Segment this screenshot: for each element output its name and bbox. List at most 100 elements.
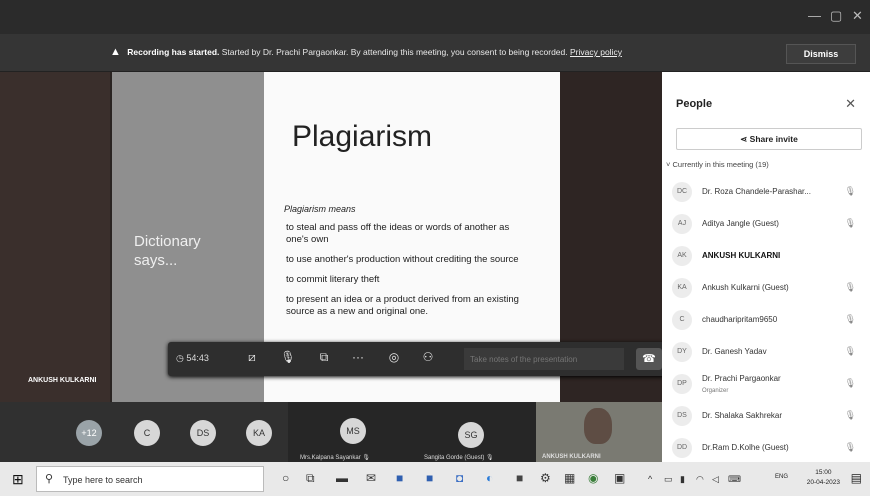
more-options-icon[interactable]: ··· (348, 350, 368, 364)
participant-row[interactable]: DD Dr.Ram D.Kolhe (Guest) 🎙 (662, 432, 870, 464)
participant-label: Mrs.Kalpana Sayankar 🎙 (300, 454, 370, 461)
dismiss-button[interactable]: Dismiss (786, 44, 856, 64)
chrome-icon[interactable]: ◉ (588, 471, 598, 485)
teams-icon[interactable]: ◘ (456, 471, 463, 485)
participant-name: ANKUSH KULKARNI (702, 251, 781, 260)
participant-list: DC Dr. Roza Chandele-Parashar... 🎙 AJ Adity… (662, 176, 870, 464)
windows-taskbar: ⊞ ⚲ Type here to search ○ ⧉ ▬ ✉ ■ ■ ◘ ◐ … (0, 462, 870, 496)
slide-bullets: to steal and pass off the ideas or words… (286, 222, 526, 326)
edge-icon[interactable]: ◐ (486, 471, 493, 485)
participant-row[interactable]: DC Dr. Roza Chandele-Parashar... 🎙 (662, 176, 870, 208)
volume-icon[interactable]: ◁ (712, 474, 719, 485)
participant-role: Organizer (702, 388, 729, 394)
participant-avatar[interactable]: MS (340, 418, 366, 444)
mic-off-icon[interactable]: 🎙 (845, 218, 856, 229)
participant-name: Aditya Jangle (Guest) (702, 219, 779, 228)
self-video-tile[interactable] (536, 402, 662, 462)
section-label-text: Currently in this meeting (19) (672, 160, 769, 169)
app-icon[interactable]: ■ (426, 471, 433, 485)
battery-icon[interactable]: ▮ (680, 474, 685, 485)
notification-icon[interactable]: ▤ (851, 471, 862, 485)
app-icon[interactable]: ▣ (614, 471, 625, 485)
app-icon[interactable]: ■ (516, 471, 523, 485)
participant-strip: +12 C DS KA MS Mrs.Kalpana Sayankar 🎙 SG… (0, 402, 662, 462)
file-explorer-icon[interactable]: ▬ (336, 471, 348, 485)
tray-chevron-icon[interactable]: ^ (648, 474, 652, 484)
maximize-icon[interactable]: ▢ (830, 8, 842, 24)
participant-name: Sangita Gorde (Guest) (424, 455, 485, 461)
participant-row[interactable]: KA Ankush Kulkarni (Guest) 🎙 (662, 272, 870, 304)
language-indicator[interactable]: ENG (775, 474, 788, 480)
participant-name: Ankush Kulkarni (Guest) (702, 283, 789, 292)
windows-start-icon[interactable]: ⊞ (12, 471, 24, 488)
search-placeholder: Type here to search (63, 475, 143, 485)
participant-avatar[interactable]: KA (246, 420, 272, 446)
participant-initials: DD (672, 438, 692, 458)
meeting-toolbar: ◷ 54:43 ⧄ 🎙 ⧉ ··· ◎ ⚇ ☎ (168, 342, 668, 376)
privacy-policy-link[interactable]: Privacy policy (570, 47, 622, 57)
banner-text: ▲ Recording has started. Started by Dr. … (110, 46, 622, 58)
participant-row[interactable]: AJ Aditya Jangle (Guest) 🎙 (662, 208, 870, 240)
network-icon[interactable]: ▭ (664, 474, 673, 485)
cortana-icon[interactable]: ○ (282, 471, 289, 485)
mail-icon[interactable]: ✉ (366, 471, 376, 485)
meeting-section-label[interactable]: ˅ Currently in this meeting (19) (666, 160, 769, 169)
wifi-icon[interactable]: ◠ (696, 474, 704, 485)
mic-off-icon[interactable]: 🎙 (278, 350, 298, 364)
chat-icon[interactable]: ◎ (384, 350, 404, 364)
people-icon[interactable]: ⚇ (418, 350, 438, 364)
task-view-icon[interactable]: ⧉ (306, 471, 315, 486)
system-clock[interactable]: 15:00 20-04-2023 (807, 468, 840, 488)
participant-avatar[interactable]: DS (190, 420, 216, 446)
share-invite-button[interactable]: ⋖ Share invite (676, 128, 862, 150)
slide-side-text: Dictionary says... (134, 232, 254, 270)
participant-row[interactable]: Cchaudharipritam9650 🎙 (662, 304, 870, 336)
taskbar-search[interactable]: ⚲ Type here to search (36, 466, 264, 492)
more-participants-avatar[interactable]: +12 (76, 420, 102, 446)
leave-call-button[interactable]: ☎ (636, 348, 662, 370)
mic-off-icon[interactable]: 🎙 (845, 346, 856, 357)
minimize-icon[interactable]: — (808, 8, 821, 23)
mic-off-icon[interactable]: 🎙 (845, 282, 856, 293)
slide-bullet: to use another's production without cred… (286, 254, 519, 265)
mic-off-icon[interactable]: 🎙 (845, 186, 856, 197)
share-invite-label: Share invite (749, 134, 798, 144)
hang-up-icon: ☎ (642, 353, 656, 365)
participant-row[interactable]: AK ANKUSH KULKARNI (662, 240, 870, 272)
clock-time: 15:00 (815, 469, 832, 476)
mic-off-icon: 🎙 (486, 455, 494, 461)
close-icon[interactable]: ✕ (845, 96, 856, 112)
slide-lead: Plagiarism means (284, 204, 356, 214)
slide-side-line-2: says... (134, 252, 178, 269)
participant-initials: DS (672, 406, 692, 426)
share-screen-icon[interactable]: ⧉ (314, 350, 334, 365)
participant-avatar[interactable]: C (134, 420, 160, 446)
settings-gear-icon[interactable]: ⚙ (540, 471, 551, 485)
app-icon[interactable]: ■ (396, 471, 403, 485)
participant-name: Dr. Shalaka Sakhrekar (702, 411, 783, 420)
participant-initials: C (672, 310, 692, 330)
slide-bullet: to present an idea or a product derived … (286, 294, 519, 317)
app-icon[interactable]: ▦ (564, 471, 575, 485)
participant-row[interactable]: DY Dr. Ganesh Yadav 🎙 (662, 336, 870, 368)
participant-initials: AJ (672, 214, 692, 234)
mic-off-icon[interactable]: 🎙 (845, 410, 856, 421)
window-titlebar: — ▢ ✕ (0, 0, 870, 34)
mic-off-icon[interactable]: 🎙 (845, 442, 856, 453)
participant-initials: DP (672, 374, 692, 394)
presenter-name: ANKUSH KULKARNI (28, 377, 97, 384)
mic-off-icon[interactable]: 🎙 (845, 378, 856, 389)
clock-date: 20-04-2023 (806, 479, 840, 486)
participant-avatar[interactable]: SG (458, 422, 484, 448)
slide-bullet: to steal and pass off the ideas or words… (286, 222, 510, 245)
participant-row[interactable]: DS Dr. Shalaka Sakhrekar 🎙 (662, 400, 870, 432)
participant-row[interactable]: DP Dr. Prachi Pargaonkar Organizer 🎙 (662, 368, 870, 400)
close-window-icon[interactable]: ✕ (852, 8, 863, 24)
camera-off-icon[interactable]: ⧄ (242, 350, 262, 365)
chat-input[interactable] (464, 348, 624, 370)
video-person (584, 408, 612, 444)
mic-off-icon: 🎙 (362, 455, 370, 461)
slide-side-line-1: Dictionary (134, 233, 201, 250)
keyboard-icon[interactable]: ⌨ (728, 474, 741, 485)
mic-off-icon[interactable]: 🎙 (845, 314, 856, 325)
